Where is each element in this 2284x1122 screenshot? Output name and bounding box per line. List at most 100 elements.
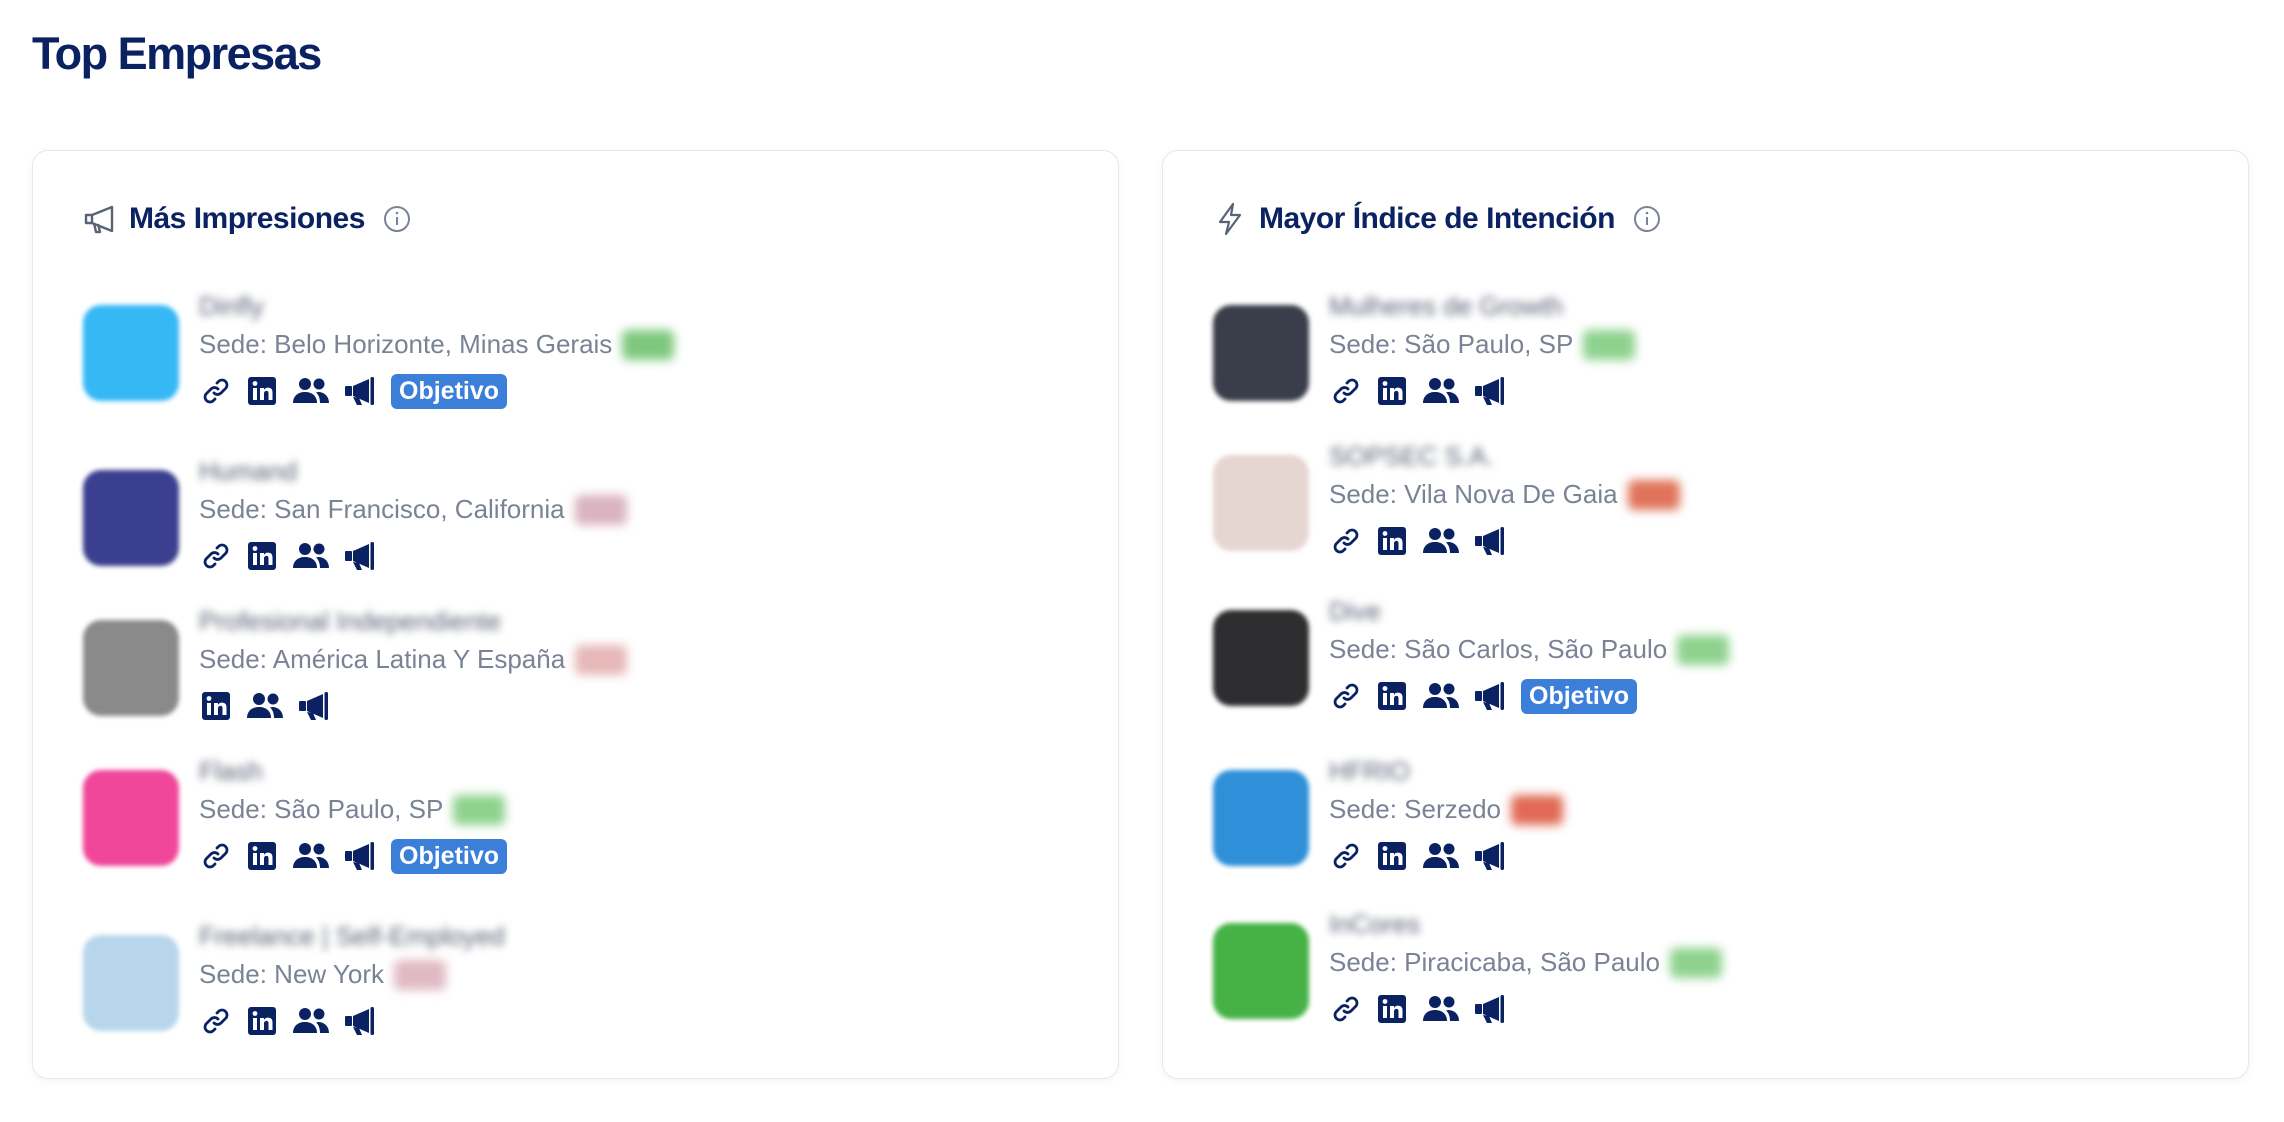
company-logo: [83, 470, 179, 566]
card-header: Más Impresiones: [83, 197, 411, 241]
company-name[interactable]: Dive: [1329, 596, 1381, 627]
company-actions: Objetivo: [199, 836, 508, 876]
megaphone-icon[interactable]: [1473, 524, 1507, 558]
company-name[interactable]: Mulheres de Growth: [1329, 291, 1563, 322]
company-sede: Sede: San Francisco, California: [199, 494, 627, 525]
card-title: Más Impresiones: [129, 202, 365, 235]
company-logo: [1213, 455, 1309, 551]
megaphone-icon[interactable]: [343, 839, 377, 873]
objetivo-badge: Objetivo: [391, 838, 508, 874]
company-actions: [1329, 371, 1507, 411]
company-actions: Objetivo: [1329, 676, 1638, 716]
company-name[interactable]: InCores: [1329, 909, 1420, 940]
linkedin-icon[interactable]: [245, 1004, 279, 1038]
company-name[interactable]: Humand: [199, 456, 297, 487]
linkedin-icon[interactable]: [1375, 839, 1409, 873]
company-sede: Sede: Piracicaba, São Paulo: [1329, 947, 1722, 978]
link-icon[interactable]: [1329, 679, 1363, 713]
sede-text: Sede: América Latina Y España: [199, 644, 566, 674]
company-sede: Sede: São Carlos, São Paulo: [1329, 634, 1730, 665]
company-item[interactable]: Profesional Independiente Sede: América L…: [83, 606, 1063, 746]
link-icon[interactable]: [199, 839, 233, 873]
company-logo: [1213, 923, 1309, 1019]
megaphone-icon[interactable]: [1473, 992, 1507, 1026]
megaphone-outline-icon: [83, 202, 117, 236]
company-actions: [199, 536, 377, 576]
company-name[interactable]: Flash: [199, 756, 263, 787]
megaphone-icon[interactable]: [1473, 374, 1507, 408]
megaphone-icon[interactable]: [1473, 679, 1507, 713]
company-item[interactable]: Flash Sede: São Paulo, SP Objetivo: [83, 756, 1063, 896]
lightning-icon: [1213, 202, 1247, 236]
linkedin-icon[interactable]: [199, 689, 233, 723]
sede-text: Sede: Serzedo: [1329, 794, 1502, 824]
people-icon[interactable]: [291, 374, 331, 408]
link-icon[interactable]: [199, 1004, 233, 1038]
linkedin-icon[interactable]: [245, 539, 279, 573]
link-icon[interactable]: [199, 539, 233, 573]
sede-text: Sede: São Paulo, SP: [1329, 329, 1574, 359]
company-name[interactable]: HFRIO: [1329, 756, 1410, 787]
country-flag-icon: [1627, 479, 1680, 510]
page-title: Top Empresas: [32, 28, 322, 79]
company-item[interactable]: SOPSEC S.A. Sede: Vila Nova De Gaia: [1213, 441, 2193, 581]
company-item[interactable]: InCores Sede: Piracicaba, São Paulo: [1213, 909, 2193, 1049]
people-icon[interactable]: [1421, 374, 1461, 408]
country-flag-icon: [622, 329, 675, 360]
top-empresas-page: Top Empresas Más Impresiones Dinfly Sede:…: [0, 0, 2284, 1122]
card-title: Mayor Índice de Intención: [1259, 202, 1615, 235]
link-icon[interactable]: [1329, 374, 1363, 408]
megaphone-icon[interactable]: [343, 539, 377, 573]
link-icon[interactable]: [199, 374, 233, 408]
company-logo: [83, 770, 179, 866]
company-actions: Objetivo: [199, 371, 508, 411]
info-icon[interactable]: [1633, 205, 1661, 233]
people-icon[interactable]: [1421, 679, 1461, 713]
people-icon[interactable]: [245, 689, 285, 723]
linkedin-icon[interactable]: [1375, 992, 1409, 1026]
megaphone-icon[interactable]: [343, 1004, 377, 1038]
link-icon[interactable]: [1329, 524, 1363, 558]
people-icon[interactable]: [291, 539, 331, 573]
country-flag-icon: [1670, 947, 1722, 978]
country-flag-icon: [394, 959, 447, 990]
company-item[interactable]: Humand Sede: San Francisco, California: [83, 456, 1063, 596]
card-mas-impresiones: Más Impresiones Dinfly Sede: Belo Horizon…: [32, 150, 1119, 1079]
linkedin-icon[interactable]: [245, 374, 279, 408]
company-item[interactable]: Freelance | Self-Employed Sede: New York: [83, 921, 1063, 1061]
link-icon[interactable]: [1329, 839, 1363, 873]
info-icon[interactable]: [383, 205, 411, 233]
country-flag-icon: [574, 494, 627, 525]
people-icon[interactable]: [1421, 524, 1461, 558]
sede-text: Sede: San Francisco, California: [199, 494, 565, 524]
company-name[interactable]: Dinfly: [199, 291, 264, 322]
megaphone-icon[interactable]: [1473, 839, 1507, 873]
company-item[interactable]: Dinfly Sede: Belo Horizonte, Minas Gerais…: [83, 291, 1063, 431]
people-icon[interactable]: [1421, 839, 1461, 873]
sede-text: Sede: New York: [199, 959, 385, 989]
objetivo-badge: Objetivo: [1521, 678, 1638, 714]
company-item[interactable]: Dive Sede: São Carlos, São Paulo Objetivo: [1213, 596, 2193, 736]
company-item[interactable]: HFRIO Sede: Serzedo: [1213, 756, 2193, 896]
linkedin-icon[interactable]: [1375, 374, 1409, 408]
company-logo: [1213, 305, 1309, 401]
megaphone-icon[interactable]: [343, 374, 377, 408]
country-flag-icon: [453, 794, 506, 825]
company-name[interactable]: Freelance | Self-Employed: [199, 921, 505, 952]
linkedin-icon[interactable]: [1375, 679, 1409, 713]
country-flag-icon: [1677, 634, 1730, 665]
people-icon[interactable]: [1421, 992, 1461, 1026]
linkedin-icon[interactable]: [245, 839, 279, 873]
company-name[interactable]: SOPSEC S.A.: [1329, 441, 1494, 472]
link-icon[interactable]: [1329, 992, 1363, 1026]
company-sede: Sede: Belo Horizonte, Minas Gerais: [199, 329, 675, 360]
company-actions: [199, 686, 331, 726]
company-name[interactable]: Profesional Independiente: [199, 606, 501, 637]
card-header: Mayor Índice de Intención: [1213, 197, 1661, 241]
megaphone-icon[interactable]: [297, 689, 331, 723]
linkedin-icon[interactable]: [1375, 524, 1409, 558]
people-icon[interactable]: [291, 1004, 331, 1038]
company-logo: [83, 620, 179, 716]
people-icon[interactable]: [291, 839, 331, 873]
company-item[interactable]: Mulheres de Growth Sede: São Paulo, SP: [1213, 291, 2193, 431]
